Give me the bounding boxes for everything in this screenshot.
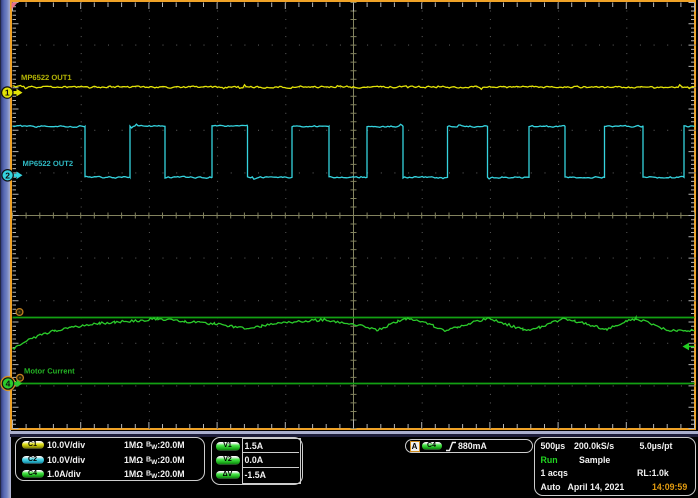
svg-text:Motor Current: Motor Current: [24, 367, 75, 376]
svg-text:MP6522 OUT2: MP6522 OUT2: [23, 159, 74, 168]
svg-text:2: 2: [5, 170, 10, 180]
svg-text:4: 4: [6, 379, 11, 389]
svg-text:1: 1: [5, 88, 10, 98]
svg-text:MP6522 OUT1: MP6522 OUT1: [21, 73, 72, 82]
